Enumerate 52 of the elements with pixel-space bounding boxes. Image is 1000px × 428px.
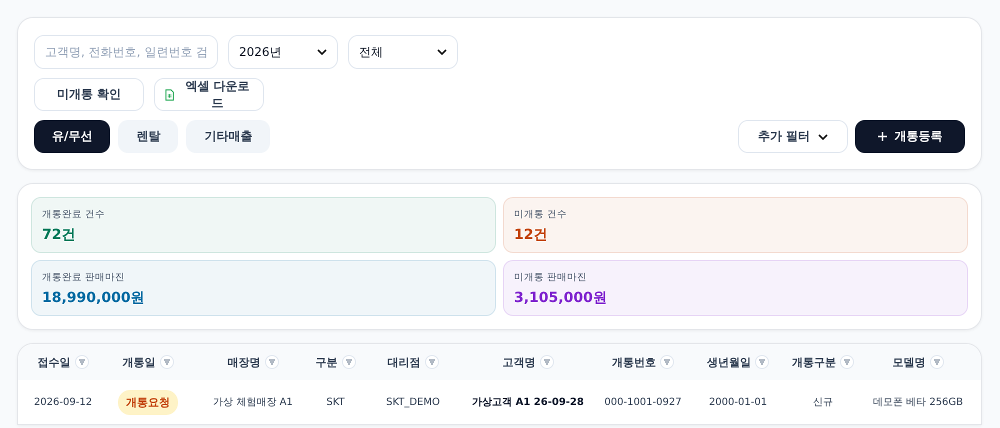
column-header: 개통구분 — [792, 354, 836, 370]
filter-icon[interactable] — [840, 355, 854, 369]
stat-value: 18,990,000원 — [42, 289, 146, 307]
column-header: 대리점 — [388, 354, 420, 370]
filter-icon[interactable] — [755, 355, 769, 369]
stat-label: 미개통 건수 — [514, 208, 568, 221]
stat-label: 개통완료 건수 — [42, 208, 106, 221]
plus-icon — [878, 132, 886, 141]
column-header: 접수일 — [38, 354, 70, 370]
chevron-down-icon — [437, 49, 447, 55]
filter-icon[interactable] — [74, 355, 88, 369]
stat-value: 3,105,000원 — [514, 289, 608, 307]
unopened-check-button[interactable]: 미개통 확인 — [34, 78, 144, 111]
spreadsheet-icon — [165, 88, 174, 100]
column-header: 매장명 — [228, 354, 260, 370]
excel-download-button[interactable]: 엑셀 다운로드 — [154, 78, 264, 111]
filter-icon[interactable] — [930, 355, 944, 369]
table-cell: 000-1001-0927 — [604, 396, 682, 408]
type-select[interactable]: 전체 — [348, 35, 458, 69]
stat-label: 미개통 판매마진 — [514, 271, 588, 284]
column-header: 모델명 — [892, 354, 926, 370]
status-badge: 개통요청 — [118, 390, 178, 414]
year-select[interactable]: 2026년 — [228, 35, 338, 69]
table-cell-text: 가상 체험매장 A1 — [213, 396, 293, 409]
register-button[interactable]: 개통등록 — [855, 120, 965, 153]
filter-icon[interactable] — [160, 355, 174, 369]
chevron-down-icon — [317, 49, 327, 55]
stat-value: 72건 — [42, 226, 76, 244]
filter-icon[interactable] — [264, 355, 278, 369]
column-header: 개통일 — [122, 354, 156, 370]
filter-icon[interactable] — [424, 355, 438, 369]
table-cell-text: 데모폰 베타 256GB — [872, 396, 964, 409]
category-tab[interactable]: 기타매출 — [186, 120, 270, 153]
category-tab[interactable]: 유/무선 — [34, 120, 110, 153]
more-filters-button[interactable]: 추가 필터 — [738, 120, 848, 153]
filter-icon[interactable] — [660, 355, 674, 369]
column-header: 개통번호 — [612, 354, 656, 370]
column-header: 구분 — [316, 354, 338, 370]
filter-icon[interactable] — [540, 355, 554, 369]
column-header: 고객명 — [502, 354, 536, 370]
category-tab[interactable]: 렌탈 — [118, 120, 178, 153]
table-cell: SKT_DEMO — [386, 396, 440, 408]
table-cell: 2000-01-01 — [708, 396, 768, 408]
stat-label: 개통완료 판매마진 — [42, 271, 126, 284]
column-header: 생년월일 — [707, 354, 751, 370]
table-cell: 2026-09-12 — [34, 396, 92, 408]
table-cell: SKT — [326, 396, 345, 408]
filter-icon[interactable] — [342, 355, 356, 369]
table-cell-text: 신규 — [813, 396, 833, 409]
chevron-down-icon — [818, 134, 828, 140]
stat-value: 12건 — [514, 226, 548, 244]
table-cell-text: 가상고객 A1 26-09-28 — [472, 396, 584, 409]
